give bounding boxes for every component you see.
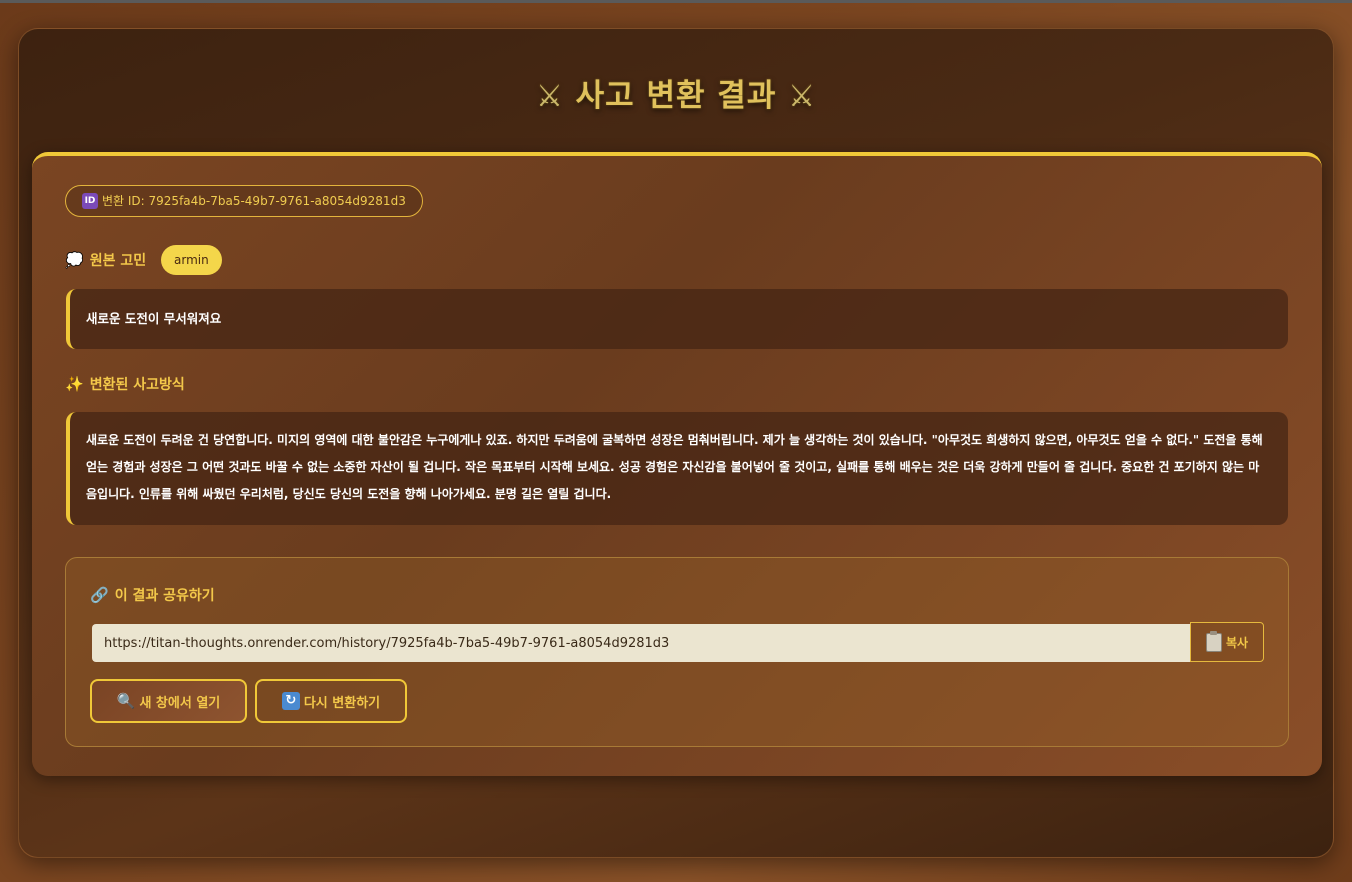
clipboard-icon	[1205, 630, 1222, 652]
page-title-text: 사고 변환 결과	[575, 78, 777, 114]
transform-id-badge: ID 변환 ID: 7925fa4b-7ba5-49b7-9761-a8054d…	[65, 185, 423, 217]
id-icon: ID	[82, 193, 98, 209]
share-url-input[interactable]	[92, 624, 1190, 662]
link-icon: 🔗	[90, 586, 109, 604]
author-badge: armin	[161, 245, 222, 275]
window-top-edge	[0, 0, 1352, 3]
transform-id-text: 변환 ID: 7925fa4b-7ba5-49b7-9761-a8054d928…	[102, 194, 406, 208]
copy-button[interactable]: 복사	[1190, 622, 1264, 662]
open-new-window-label: 새 창에서 열기	[139, 695, 221, 711]
crossed-swords-icon: ⚔	[535, 79, 564, 114]
copy-button-label: 복사	[1225, 635, 1249, 650]
refresh-icon: ↻	[281, 692, 300, 710]
original-section-label: 💭 원본 고민	[65, 251, 147, 269]
transformed-section-label: ✨ 변환된 사고방식	[65, 375, 185, 393]
retry-transform-label: 다시 변환하기	[303, 695, 381, 711]
result-card: ID 변환 ID: 7925fa4b-7ba5-49b7-9761-a8054d…	[32, 152, 1322, 776]
original-text-box: 새로운 도전이 무서워져요	[66, 289, 1288, 349]
share-label: 🔗 이 결과 공유하기	[90, 586, 215, 604]
open-new-window-button[interactable]: 🔍 새 창에서 열기	[90, 679, 247, 723]
original-text: 새로운 도전이 무서워져요	[86, 311, 222, 326]
share-panel: 🔗 이 결과 공유하기 복사 🔍 새 창에서 열기 ↻ 다시 변환하기	[65, 557, 1289, 747]
transformed-text-box: 새로운 도전이 두려운 건 당연합니다. 미지의 영역에 대한 불안감은 누구에…	[66, 412, 1288, 525]
retry-transform-button[interactable]: ↻ 다시 변환하기	[255, 679, 407, 723]
sparkles-icon: ✨	[65, 375, 84, 393]
crossed-swords-icon: ⚔	[788, 79, 817, 114]
thought-bubble-icon: 💭	[65, 251, 84, 269]
page-title: ⚔ 사고 변환 결과 ⚔	[0, 70, 1352, 115]
magnifier-icon: 🔍	[116, 692, 136, 710]
transformed-text: 새로운 도전이 두려운 건 당연합니다. 미지의 영역에 대한 불안감은 누구에…	[86, 433, 1263, 501]
